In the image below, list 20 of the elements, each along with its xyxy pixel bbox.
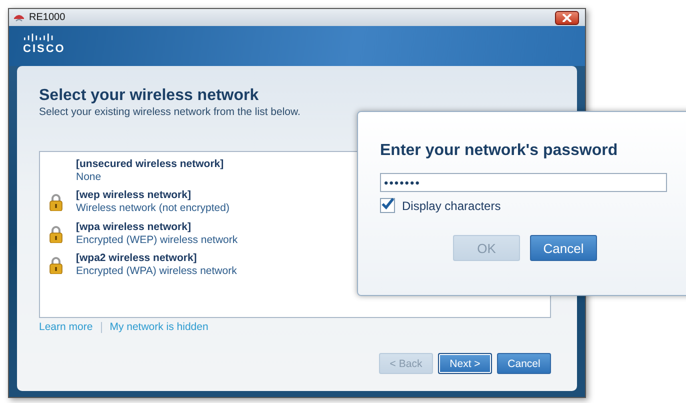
page-subheading: Select your existing wireless network from the list below.	[39, 106, 302, 118]
network-name[interactable]: [unsecured wireless network]	[76, 158, 224, 171]
dialog-title: Enter your network's password	[380, 142, 619, 160]
checkbox-label: Display characters	[402, 198, 501, 212]
network-name[interactable]: [wpa2 wireless network]	[76, 252, 237, 266]
link[interactable]: Learn more	[39, 321, 93, 333]
link[interactable]: My network is hidden	[110, 321, 208, 333]
cancel-button[interactable]: Cancel	[530, 235, 597, 261]
network-name[interactable]: [wpa wireless network]	[76, 220, 238, 234]
window-title: RE1000	[29, 12, 66, 23]
password-field[interactable]: •••••••	[380, 173, 667, 192]
logo-text: CISCO	[23, 43, 66, 55]
network-name[interactable]: [wep wireless network]	[76, 189, 230, 202]
network-description: Encrypted (WEP) wireless network	[76, 234, 238, 247]
network-description: Encrypted (WPA) wireless network	[76, 265, 237, 278]
network-description: Wireless network (not encrypted)	[76, 202, 230, 216]
page-heading: Select your wireless network	[39, 87, 260, 105]
next-button[interactable]: Next >	[438, 353, 492, 374]
cancel-button[interactable]: Cancel	[497, 353, 551, 374]
network-description: None	[76, 170, 102, 184]
